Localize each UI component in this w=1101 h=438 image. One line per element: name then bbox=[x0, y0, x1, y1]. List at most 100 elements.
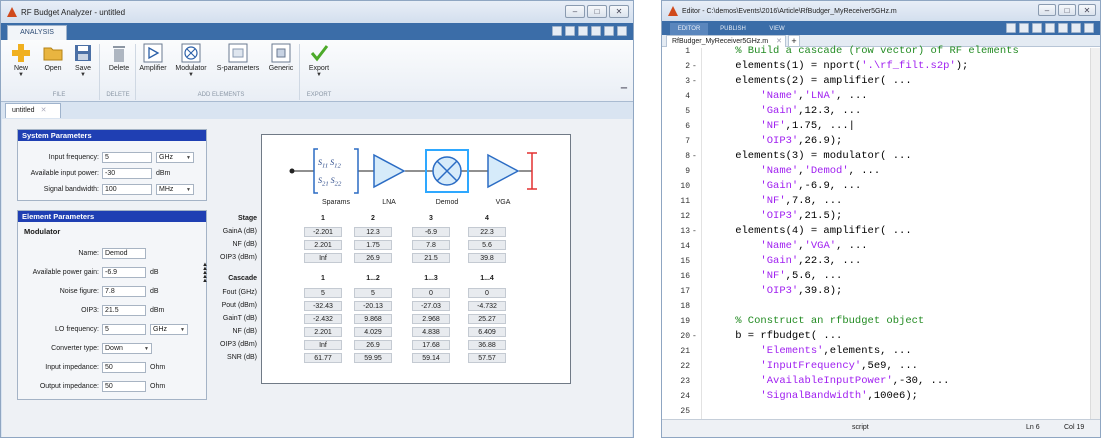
oip3-field[interactable]: 21.5 bbox=[102, 304, 146, 316]
collapse-ribbon-icon[interactable]: ▔ bbox=[621, 88, 627, 97]
code-line[interactable]: 10 'Gain',-6.9, ... bbox=[662, 179, 1092, 194]
string-token: 'Name' bbox=[760, 240, 799, 252]
code-token: ,elements, ... bbox=[823, 345, 912, 357]
code-line[interactable]: 19 % Construct an rfbudget object bbox=[662, 314, 1092, 329]
code-line[interactable]: 18 bbox=[662, 299, 1092, 314]
minimize-button[interactable]: – bbox=[565, 5, 585, 18]
code-line[interactable]: 7 'OIP3',26.9); bbox=[662, 134, 1092, 149]
maximize-button[interactable]: □ bbox=[1058, 4, 1076, 16]
code-line[interactable]: 6 'NF',1.75, ...| bbox=[662, 119, 1092, 134]
available-power-gain-field[interactable]: -6.9 bbox=[102, 266, 146, 278]
code-token: , ... bbox=[836, 90, 868, 102]
code-text: elements(2) = amplifier( ... bbox=[710, 74, 911, 89]
quick-access-icon[interactable] bbox=[1071, 23, 1081, 33]
code-line[interactable]: 3- elements(2) = amplifier( ... bbox=[662, 74, 1092, 89]
vertical-scrollbar[interactable] bbox=[1090, 48, 1100, 419]
block-label-vga[interactable]: VGA bbox=[483, 199, 523, 206]
tab-editor[interactable]: EDITOR bbox=[670, 23, 708, 35]
s-parameters-button[interactable]: S-parameters bbox=[213, 43, 263, 72]
close-button[interactable]: ✕ bbox=[1078, 4, 1096, 16]
code-line[interactable]: 21 'Elements',elements, ... bbox=[662, 344, 1092, 359]
code-editor[interactable]: 1 % Build a cascade (row vector) of RF e… bbox=[662, 45, 1100, 419]
amplifier-button[interactable]: Amplifier bbox=[135, 43, 171, 72]
available-input-power-field[interactable]: -30 bbox=[102, 167, 152, 179]
help-icon[interactable] bbox=[617, 26, 627, 36]
stage-col: 1 bbox=[321, 215, 325, 222]
maximize-button[interactable]: □ bbox=[587, 5, 607, 18]
new-button[interactable]: New ▼ bbox=[3, 43, 39, 79]
cascade-cell: -32.43 bbox=[304, 301, 342, 311]
save-button[interactable]: Save ▼ bbox=[65, 43, 101, 79]
quick-access-icon[interactable] bbox=[552, 26, 562, 36]
block-label-demod[interactable]: Demod bbox=[427, 199, 467, 206]
breakpoint-marker[interactable]: - bbox=[692, 59, 697, 74]
quick-access-icon[interactable] bbox=[565, 26, 575, 36]
code-line[interactable]: 4 'Name','LNA', ... bbox=[662, 89, 1092, 104]
code-line[interactable]: 11 'NF',7.8, ... bbox=[662, 194, 1092, 209]
signal-bandwidth-unit-select[interactable]: MHz bbox=[156, 183, 194, 195]
code-line[interactable]: 15 'Gain',22.3, ... bbox=[662, 254, 1092, 269]
code-line[interactable]: 25 bbox=[662, 404, 1092, 419]
cascade-cell: 2.968 bbox=[412, 314, 450, 324]
breakpoint-marker[interactable]: - bbox=[692, 329, 697, 344]
code-line[interactable]: 1 % Build a cascade (row vector) of RF e… bbox=[662, 44, 1092, 59]
quick-access-icon[interactable] bbox=[1058, 23, 1068, 33]
quick-access-icon[interactable] bbox=[578, 26, 588, 36]
doc-tab-untitled[interactable]: untitled ✕ bbox=[5, 103, 61, 118]
code-line[interactable]: 14 'Name','VGA', ... bbox=[662, 239, 1092, 254]
code-line[interactable]: 12 'OIP3',21.5); bbox=[662, 209, 1092, 224]
code-line[interactable]: 16 'NF',5.6, ... bbox=[662, 269, 1092, 284]
quick-access-icon[interactable] bbox=[1045, 23, 1055, 33]
code-line[interactable]: 23 'AvailableInputPower',-30, ... bbox=[662, 374, 1092, 389]
lo-frequency-field[interactable]: 5 bbox=[102, 323, 146, 335]
code-line[interactable]: 24 'SignalBandwidth',100e6); bbox=[662, 389, 1092, 404]
breakpoint-marker[interactable]: - bbox=[692, 224, 697, 239]
export-button[interactable]: Export ▼ bbox=[301, 43, 337, 79]
code-line[interactable]: 8- elements(3) = modulator( ... bbox=[662, 149, 1092, 164]
name-field[interactable]: Demod bbox=[102, 247, 146, 259]
code-line[interactable]: 17 'OIP3',39.8); bbox=[662, 284, 1092, 299]
minimize-button[interactable]: – bbox=[1038, 4, 1056, 16]
code-line[interactable]: 22 'InputFrequency',5e9, ... bbox=[662, 359, 1092, 374]
close-tab-icon[interactable]: ✕ bbox=[41, 107, 47, 114]
breakpoint-marker[interactable]: - bbox=[692, 149, 697, 164]
code-line[interactable]: 13- elements(4) = amplifier( ... bbox=[662, 224, 1092, 239]
input-frequency-unit-select[interactable]: GHz bbox=[156, 151, 194, 163]
input-impedance-field[interactable]: 50 bbox=[102, 361, 146, 373]
quick-access-icon[interactable] bbox=[1032, 23, 1042, 33]
quick-access-icon[interactable] bbox=[604, 26, 614, 36]
code-token: , ... bbox=[836, 240, 868, 252]
delete-button[interactable]: Delete bbox=[101, 43, 137, 72]
code-line[interactable]: 20- b = rfbudget( ... bbox=[662, 329, 1092, 344]
code-line[interactable]: 2- elements(1) = nport('.\rf_filt.s2p'); bbox=[662, 59, 1092, 74]
stage-cell: 12.3 bbox=[354, 227, 392, 237]
line-number: 4 bbox=[685, 92, 690, 101]
output-impedance-field[interactable]: 50 bbox=[102, 380, 146, 392]
breakpoint-marker[interactable]: - bbox=[692, 74, 697, 89]
tab-analysis[interactable]: ANALYSIS bbox=[7, 25, 67, 40]
code-line[interactable]: 9 'Name','Demod', ... bbox=[662, 164, 1092, 179]
block-label-lna[interactable]: LNA bbox=[369, 199, 409, 206]
quick-access-icon[interactable] bbox=[1006, 23, 1016, 33]
disk-icon bbox=[73, 43, 93, 63]
signal-bandwidth-field[interactable]: 100 bbox=[102, 183, 152, 195]
tab-publish[interactable]: PUBLISH bbox=[714, 23, 752, 35]
converter-type-select[interactable]: Down bbox=[102, 342, 152, 354]
noise-figure-field[interactable]: 7.8 bbox=[102, 285, 146, 297]
tab-view[interactable]: VIEW bbox=[758, 23, 796, 35]
help-icon[interactable] bbox=[1084, 23, 1094, 33]
input-impedance-label: Input impedance: bbox=[45, 363, 99, 371]
code-text: 'Name','LNA', ... bbox=[710, 89, 868, 104]
code-line[interactable]: 5 'Gain',12.3, ... bbox=[662, 104, 1092, 119]
input-frequency-field[interactable]: 5 bbox=[102, 151, 152, 163]
block-label-sparams[interactable]: Sparams bbox=[316, 199, 356, 206]
modulator-button[interactable]: Modulator ▼ bbox=[173, 43, 209, 79]
file-mode-label: script bbox=[852, 424, 869, 431]
quick-access-icon[interactable] bbox=[591, 26, 601, 36]
close-button[interactable]: ✕ bbox=[609, 5, 629, 18]
quick-access-icon[interactable] bbox=[1019, 23, 1029, 33]
generic-button[interactable]: Generic bbox=[263, 43, 299, 72]
